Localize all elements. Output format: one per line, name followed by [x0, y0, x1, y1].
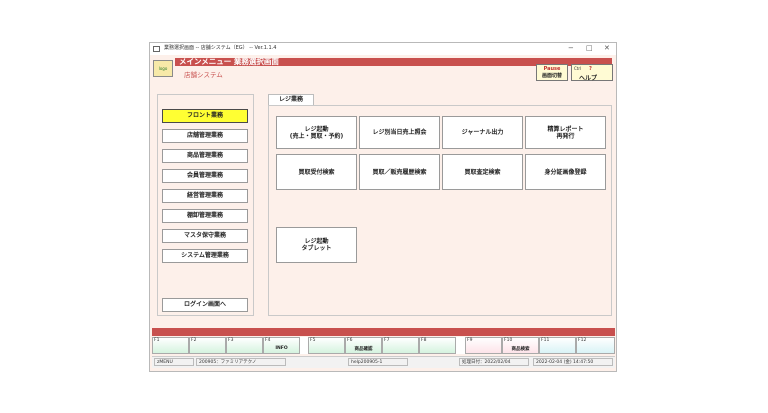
f12-key-name: F12: [578, 338, 587, 343]
app-window: 業務選択画面 -- 店舗システム（EG） -- Ver.1.1.4 − □ ✕ …: [149, 42, 617, 372]
journal-output-button[interactable]: ジャーナル出力: [442, 116, 523, 149]
f11-key[interactable]: F11: [539, 337, 576, 354]
status-datetime: 2022-02-04 (金) 14:47:50: [533, 358, 613, 366]
appraisal-search-button[interactable]: 買取査定検索: [442, 154, 523, 190]
f9-key[interactable]: F9: [465, 337, 502, 354]
f4-key[interactable]: F4 INFO: [263, 337, 300, 354]
register-tablet-button[interactable]: レジ起動 タブレット: [276, 227, 357, 263]
help-button[interactable]: Ctrl ? ヘルプ: [571, 64, 613, 82]
help-label: ヘルプ: [579, 75, 598, 82]
f9-key-name: F9: [467, 338, 473, 343]
f2-key-name: F2: [191, 338, 197, 343]
status-screen-id: zMENU: [154, 358, 194, 366]
f5-key-name: F5: [310, 338, 316, 343]
status-proc-date: 処理日付：2022/02/04: [459, 358, 529, 366]
page-title: メインメニュー 業務選択画面: [179, 57, 279, 66]
f5-key[interactable]: F5: [308, 337, 345, 354]
status-bar: zMENU 200905：ファミリアテクノ help200905-1 処理日付：…: [152, 356, 615, 368]
f10-key-label: 商品検索: [511, 347, 530, 352]
id-image-register-button[interactable]: 身分証画像登録: [525, 154, 606, 190]
f7-key-name: F7: [384, 338, 390, 343]
sidebar-item-store[interactable]: 店舗管理業務: [162, 129, 248, 143]
f10-key-name: F10: [504, 338, 513, 343]
footer-divider: [152, 328, 615, 336]
function-key-bar: F1 F2 F3 F4 INFO F5 F6 商品確認 F7 F8 F9 F10 商品…: [152, 337, 615, 354]
f4-key-label: INFO: [275, 346, 288, 351]
logo: logo: [153, 60, 173, 77]
f10-key[interactable]: F10 商品検索: [502, 337, 539, 354]
window-title: 業務選択画面 -- 店舗システム（EG） -- Ver.1.1.4: [164, 45, 277, 51]
header: logo メインメニュー 業務選択画面 店舗システム Pause 画面切替 Ct…: [150, 55, 616, 82]
pause-key-label: Pause: [543, 66, 561, 72]
page-subtitle: 店舗システム: [184, 71, 223, 79]
history-search-button[interactable]: 買取／販売履歴検索: [359, 154, 440, 190]
minimize-icon[interactable]: −: [568, 43, 574, 54]
daily-sales-button[interactable]: レジ別当日売上照会: [359, 116, 440, 149]
logout-button[interactable]: ログイン画面へ: [162, 298, 248, 312]
sidebar-item-product[interactable]: 商品管理業務: [162, 149, 248, 163]
f12-key[interactable]: F12: [576, 337, 615, 354]
f3-key[interactable]: F3: [226, 337, 263, 354]
screen-switch-button[interactable]: Pause 画面切替: [536, 64, 568, 81]
settlement-report-button[interactable]: 精算レポート 再発行: [525, 116, 606, 149]
question-icon: ?: [589, 66, 592, 72]
sidebar-item-system[interactable]: システム管理業務: [162, 249, 248, 263]
f11-key-name: F11: [541, 338, 550, 343]
f2-key[interactable]: F2: [189, 337, 226, 354]
f1-key[interactable]: F1: [152, 337, 189, 354]
register-start-button[interactable]: レジ起動 (売上・買取・予約): [276, 116, 357, 149]
status-user: 200905：ファミリアテクノ: [196, 358, 286, 366]
f3-key-name: F3: [228, 338, 234, 343]
f8-key[interactable]: F8: [419, 337, 456, 354]
sidebar-item-management[interactable]: 経営管理業務: [162, 189, 248, 203]
sidebar-item-front[interactable]: フロント業務: [162, 109, 248, 123]
sidebar: フロント業務 店舗管理業務 商品管理業務 会員管理業務 経営管理業務 棚卸管理業…: [157, 94, 254, 316]
main-panel: レジ起動 (売上・買取・予約) レジ別当日売上照会 ジャーナル出力 精算レポート…: [268, 105, 612, 316]
maximize-icon[interactable]: □: [586, 43, 593, 54]
f8-key-name: F8: [421, 338, 427, 343]
sidebar-item-master[interactable]: マスタ保守業務: [162, 229, 248, 243]
tab-register[interactable]: レジ業務: [268, 94, 314, 105]
screen-switch-label: 画面切替: [541, 73, 562, 79]
ctrl-key-label: Ctrl: [574, 66, 582, 71]
f1-key-name: F1: [154, 338, 160, 343]
f6-key-name: F6: [347, 338, 353, 343]
close-icon[interactable]: ✕: [604, 43, 610, 54]
f6-key[interactable]: F6 商品確認: [345, 337, 382, 354]
sidebar-item-member[interactable]: 会員管理業務: [162, 169, 248, 183]
f6-key-label: 商品確認: [354, 347, 373, 352]
status-help-id: help200905-1: [348, 358, 408, 366]
app-icon: [153, 46, 160, 52]
f4-key-name: F4: [265, 338, 271, 343]
purchase-search-button[interactable]: 買取受付検索: [276, 154, 357, 190]
f7-key[interactable]: F7: [382, 337, 419, 354]
sidebar-item-inventory[interactable]: 棚卸管理業務: [162, 209, 248, 223]
